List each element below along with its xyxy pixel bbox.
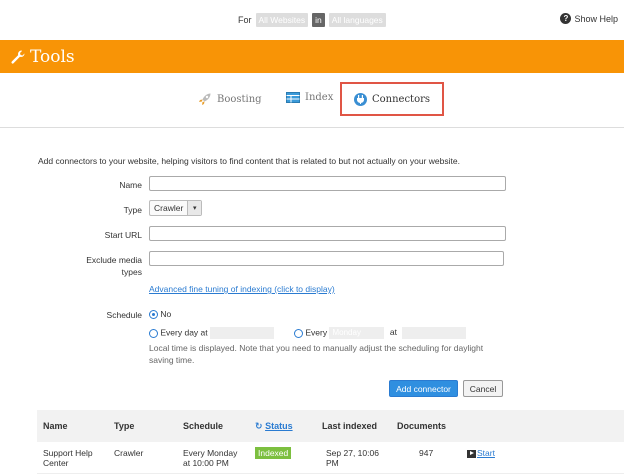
start-button[interactable]: Start (467, 448, 495, 458)
radio-every[interactable] (294, 328, 303, 338)
every-day-time-input[interactable] (210, 327, 274, 339)
name-input[interactable] (149, 176, 506, 191)
refresh-icon: ↻ (255, 421, 263, 431)
chevron-down-icon: ▾ (187, 201, 202, 215)
row-schedule-line-2: at 10:00 PM (183, 458, 229, 468)
top-bar: For All Websites in All languages ? Show… (0, 0, 624, 40)
radio-every-label: Every (305, 327, 328, 338)
row-name-line-1: Support Help (43, 448, 93, 458)
start-url-input[interactable] (149, 226, 506, 241)
schedule-no-option[interactable]: No (149, 309, 172, 320)
exclude-media-input[interactable] (149, 251, 504, 266)
tab-boosting[interactable]: Boosting (198, 92, 262, 106)
col-schedule: Schedule (183, 421, 224, 431)
show-help-button[interactable]: ? Show Help (560, 13, 618, 24)
exclude-media-label-line-2: types (121, 267, 142, 277)
table-row: Support Help Center Crawler Every Monday… (37, 442, 624, 474)
row-documents: 947 (419, 448, 434, 458)
every-time-input[interactable] (402, 327, 467, 339)
start-url-label: Start URL (104, 230, 142, 240)
row-last-indexed-line-1: Sep 27, 10:06 (326, 448, 379, 458)
start-link[interactable]: Start (477, 448, 495, 458)
col-name: Name (43, 421, 68, 431)
language-chip[interactable]: All languages (328, 13, 386, 27)
row-type: Crawler (114, 448, 144, 458)
schedule-every-option[interactable]: Every Monday at (294, 327, 467, 339)
col-type: Type (114, 421, 135, 431)
tab-index-label: Index (305, 92, 334, 103)
exclude-media-label: Exclude media types (86, 254, 142, 278)
intro-text: Add connectors to your website, helping … (38, 156, 460, 166)
page-title: Tools (30, 46, 75, 67)
row-name: Support Help Center (43, 448, 93, 468)
add-connector-button[interactable]: Add connector (389, 380, 458, 397)
tab-connectors[interactable]: Connectors (340, 82, 444, 116)
scope-selector: For All Websites in All languages (238, 13, 386, 27)
type-select[interactable]: Crawler ▾ (149, 200, 203, 216)
connectors-table-header: Name Type Schedule ↻ Status Last indexed… (37, 410, 624, 442)
rocket-icon (199, 93, 211, 105)
tab-boosting-label: Boosting (217, 93, 262, 105)
exclude-media-label-line-1: Exclude media (86, 255, 142, 265)
row-schedule: Every Monday at 10:00 PM (183, 448, 237, 468)
radio-no[interactable] (149, 310, 158, 320)
cancel-button[interactable]: Cancel (463, 380, 503, 397)
show-help-label: Show Help (574, 13, 618, 24)
schedule-every-day-option[interactable]: Every day at (149, 327, 274, 339)
col-documents: Documents (397, 421, 447, 431)
col-status-label: Status (265, 421, 293, 431)
at-label: at (389, 327, 397, 338)
advanced-tuning-link[interactable]: Advanced fine tuning of indexing (click … (149, 284, 335, 294)
tools-header: Tools (0, 40, 624, 73)
question-icon: ? (560, 13, 572, 24)
plug-icon (353, 92, 367, 106)
radio-no-label: No (160, 309, 172, 319)
for-label: For (238, 15, 252, 25)
radio-every-day[interactable] (149, 328, 158, 338)
radio-every-day-label: Every day at (160, 327, 208, 338)
type-label: Type (123, 205, 142, 215)
every-day-select[interactable]: Monday (329, 327, 385, 339)
col-status[interactable]: ↻ Status (255, 421, 293, 432)
row-name-line-2: Center (43, 458, 69, 468)
schedule-note: Local time is displayed. Note that you n… (149, 343, 484, 365)
row-last-indexed-line-2: PM (326, 458, 339, 468)
tab-index[interactable]: Index (286, 92, 333, 103)
status-badge: Indexed (255, 447, 292, 459)
table-icon (286, 92, 300, 103)
website-chip[interactable]: All Websites (255, 13, 309, 27)
row-schedule-line-1: Every Monday (183, 448, 238, 458)
col-last-indexed: Last indexed (322, 421, 378, 431)
wrench-icon (11, 50, 25, 64)
tab-connectors-label: Connectors (371, 93, 431, 105)
row-status: Indexed (255, 447, 292, 459)
tools-tabs: Boosting Index Connectors (0, 73, 624, 128)
in-label: in (312, 13, 325, 27)
schedule-label: Schedule (106, 310, 142, 320)
type-select-value: Crawler (154, 203, 184, 213)
name-label: Name (119, 180, 142, 190)
play-icon (467, 449, 476, 458)
row-last-indexed: Sep 27, 10:06 PM (326, 448, 379, 468)
